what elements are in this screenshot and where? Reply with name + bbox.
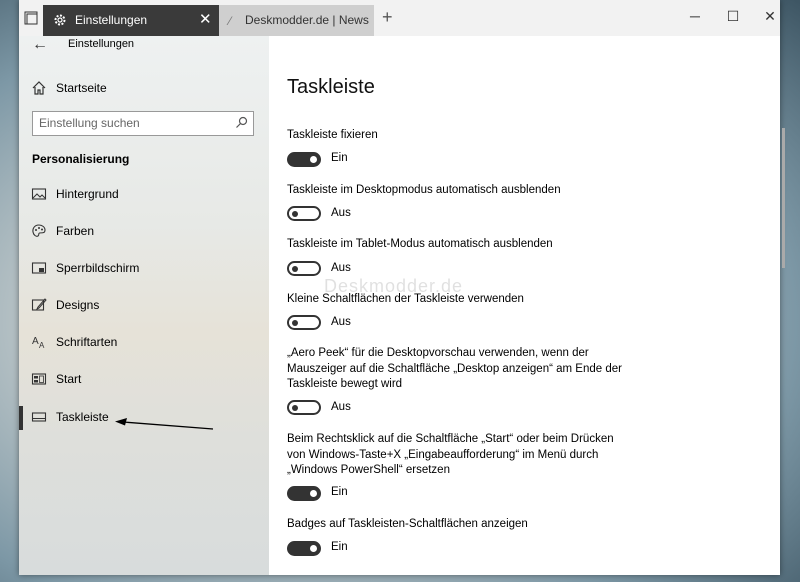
taskbar-icon: [31, 412, 47, 422]
scrollbar[interactable]: [782, 128, 785, 268]
nav-item-label: Farben: [56, 224, 95, 238]
tab-settings[interactable]: Einstellungen ✕: [43, 5, 219, 36]
toggle-state: Aus: [331, 316, 351, 328]
nav-item-schriftarten[interactable]: A A Schriftarten: [19, 328, 269, 358]
setting-label: „Aero Peek“ für die Desktopvorschau verw…: [287, 347, 622, 390]
toggle-badges[interactable]: [287, 541, 321, 556]
minimize-button[interactable]: ─: [685, 8, 705, 24]
annotation-arrow: [115, 418, 214, 430]
nav-item-label: Schriftarten: [56, 335, 118, 349]
titlebar: Einstellungen ✕ ⁄ Deskmodder.de | News, …: [19, 0, 780, 36]
gear-icon: [54, 14, 66, 26]
selection-indicator: [19, 406, 23, 430]
nav-item-label: Hintergrund: [56, 187, 119, 201]
nav-home-label: Startseite: [56, 81, 107, 95]
toggle-state: Ein: [331, 541, 348, 553]
nav-item-farben[interactable]: Farben: [19, 217, 269, 247]
svg-text:A: A: [32, 336, 39, 347]
toggle-state: Aus: [331, 401, 351, 413]
settings-window: Einstellungen ✕ ⁄ Deskmodder.de | News, …: [19, 0, 785, 575]
search-placeholder: Einstellung suchen: [39, 116, 140, 130]
nav-item-label: Taskleiste: [56, 410, 109, 424]
toggle-state: Aus: [331, 262, 351, 274]
tab-deskmodder[interactable]: ⁄ Deskmodder.de | News, Tip: [219, 5, 374, 36]
toggle-taskleiste-fixieren[interactable]: [287, 152, 321, 167]
svg-text:A: A: [39, 341, 45, 350]
setting-label: Beim Rechtsklick auf die Schaltfläche „S…: [287, 433, 614, 476]
toggle-aero-peek[interactable]: [287, 400, 321, 415]
nav-item-label: Start: [56, 372, 82, 386]
setting-label: Taskleiste im Desktopmodus automatisch a…: [287, 184, 561, 196]
nav-item-sperrbildschirm[interactable]: Sperrbildschirm: [19, 254, 269, 284]
tab-label: Einstellungen: [75, 13, 148, 27]
nav-item-label: Designs: [56, 298, 100, 312]
palette-icon: [32, 224, 46, 237]
setting-label: Taskleiste fixieren: [287, 129, 378, 141]
nav-item-start[interactable]: Start: [19, 365, 269, 395]
search-input[interactable]: Einstellung suchen: [32, 111, 254, 136]
toggle-small-buttons[interactable]: [287, 315, 321, 330]
toggle-tablet-autohide[interactable]: [287, 261, 321, 276]
maximize-button[interactable]: ☐: [723, 8, 743, 25]
section-heading: Personalisierung: [32, 152, 130, 166]
setting-label: Badges auf Taskleisten-Schaltflächen anz…: [287, 518, 528, 530]
setting-label: Kleine Schaltflächen der Taskleiste verw…: [287, 293, 524, 305]
tab-close-button[interactable]: ✕: [199, 10, 212, 28]
toggle-desktop-autohide[interactable]: [287, 206, 321, 221]
close-button[interactable]: ✕: [760, 8, 780, 25]
start-icon: [31, 373, 47, 385]
lockscreen-icon: [31, 262, 47, 274]
brush-icon: [31, 298, 47, 311]
favicon-icon: ⁄: [229, 14, 232, 28]
nav-item-designs[interactable]: Designs: [19, 291, 269, 321]
home-icon: [32, 81, 46, 95]
navigation-pane: ← Einstellungen Startseite Einstellung s…: [19, 36, 269, 575]
back-button[interactable]: ←: [32, 36, 48, 54]
nav-home[interactable]: Startseite: [19, 74, 269, 104]
tab-switcher-icon[interactable]: [23, 10, 39, 26]
setting-label: Taskleiste im Tablet-Modus automatisch a…: [287, 238, 553, 250]
toggle-powershell[interactable]: [287, 486, 321, 501]
toggle-state: Ein: [331, 152, 348, 164]
new-tab-button[interactable]: +: [382, 7, 393, 28]
breadcrumb: Einstellungen: [68, 38, 135, 50]
content-pane: Taskleiste Deskmodder.de Taskleiste fixi…: [269, 36, 780, 575]
toggle-state: Ein: [331, 486, 348, 498]
toggle-state: Aus: [331, 207, 351, 219]
font-icon: A A: [32, 336, 45, 350]
nav-item-hintergrund[interactable]: Hintergrund: [19, 180, 269, 210]
picture-icon: [31, 188, 47, 200]
tab-label: Deskmodder.de | News, Tip: [245, 13, 370, 27]
nav-item-label: Sperrbildschirm: [56, 261, 140, 275]
page-title: Taskleiste: [287, 76, 375, 98]
search-icon: [236, 116, 248, 128]
